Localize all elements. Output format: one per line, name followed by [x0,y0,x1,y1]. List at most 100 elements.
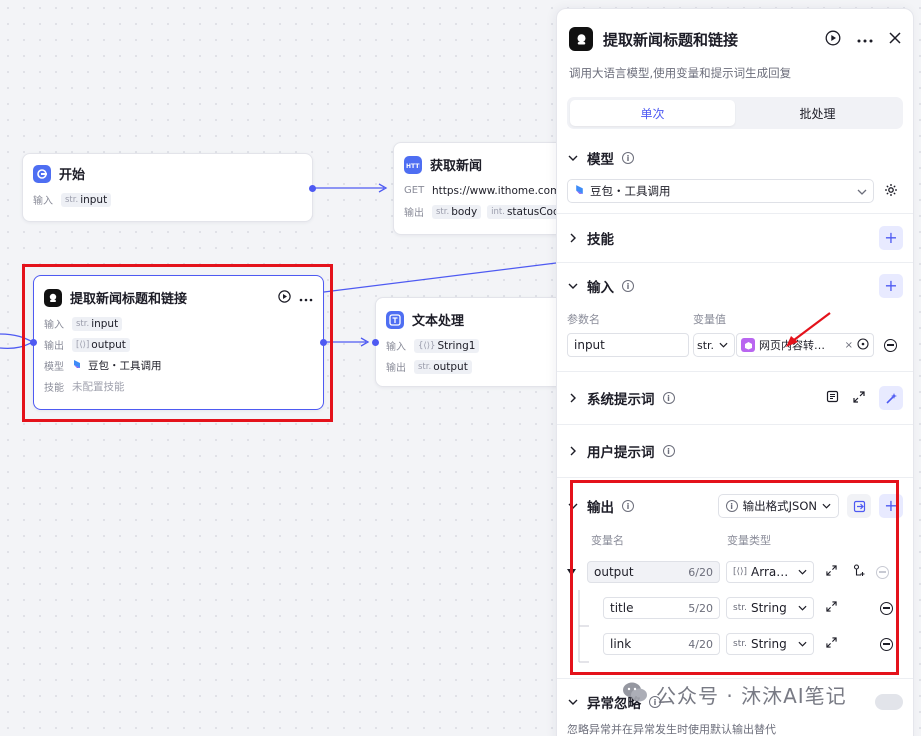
system-prompt-title[interactable]: 系统提示词 [587,388,655,408]
text-process-node[interactable]: 文本处理 输入 {⟨⟩} String1 输出 str. output [372,297,575,387]
tab-batch[interactable]: 批处理 [735,100,900,126]
remove-link-icon[interactable] [880,637,893,651]
expand-icon[interactable] [826,637,837,651]
model-select-value: 豆包・工具调用 [590,184,671,198]
output-name-field[interactable]: output 6/20 [587,561,720,583]
info-icon[interactable]: i [662,445,675,457]
chevron-down-icon [857,184,867,198]
edge-llm-right [323,262,557,293]
expand-icon[interactable] [853,390,865,406]
panel-run-icon[interactable] [825,30,841,49]
info-icon[interactable]: i [622,500,634,512]
chevron-right-icon[interactable] [567,233,579,243]
expand-icon[interactable] [826,601,837,615]
link-type-select[interactable]: str. String [726,633,814,655]
edge-left-in [0,333,35,350]
llm-node[interactable]: 提取新闻标题和链接 输入 str. input 输出 [⟨⟩] output 模型 [30,275,327,410]
add-input-button[interactable]: + [879,274,903,298]
text-input-port[interactable] [372,339,379,346]
llm-output-port[interactable] [320,339,327,346]
wechat-icon [622,681,648,708]
output-format-select[interactable]: i 输出格式JSON [717,494,839,518]
llm-output-tag: [⟨⟩] output [72,337,130,352]
panel-llm-icon [569,27,593,51]
param-type-select[interactable]: str. [693,333,735,357]
panel-more-icon[interactable] [857,32,873,46]
fetch-url: https://www.ithome.com/se [432,184,576,197]
fetch-out-body: str. body [432,204,482,219]
doubao-logo-icon [574,184,585,198]
llm-icon [44,288,62,307]
llm-model-name: 豆包・工具调用 [88,360,162,372]
variable-ref-icon [741,338,755,352]
title-name-field[interactable]: title 5/20 [603,597,720,619]
add-skill-button[interactable]: + [879,226,903,250]
doubao-logo-icon [72,359,82,372]
node-config-panel: 提取新闻标题和链接 调用大语言模型,使用变量和提示词生成回复 单次 批处理 模型… [556,8,914,736]
run-node-icon[interactable] [278,289,291,306]
chevron-right-icon[interactable] [567,446,579,456]
panel-title[interactable]: 提取新闻标题和链接 [603,29,738,50]
info-icon[interactable]: i [662,392,675,404]
add-child-field-icon[interactable] [853,564,866,580]
chevron-right-icon[interactable] [567,393,579,403]
node-more-icon[interactable] [299,291,313,305]
skills-section-title[interactable]: 技能 [587,228,614,248]
text-node-title: 文本处理 [412,314,465,329]
llm-input-port[interactable] [30,339,37,346]
prompt-library-icon[interactable] [826,390,839,406]
llm-model-label: 模型 [44,362,64,373]
chevron-down-icon[interactable] [567,283,579,289]
remove-input-icon[interactable] [884,338,897,352]
panel-description: 调用大语言模型,使用变量和提示词生成回复 [569,66,792,80]
remove-output-icon[interactable] [876,565,889,579]
import-output-button[interactable] [847,494,871,518]
param-name-input[interactable]: input [567,333,689,357]
chevron-down-icon[interactable] [567,503,579,509]
edge-llm-text-arrow [360,337,370,347]
caret-down-icon[interactable] [567,565,581,579]
target-icon[interactable] [857,337,869,353]
skills-section: 技能 + [557,214,913,263]
output-row-link: link 4/20 str. String [567,626,903,662]
run-mode-toggle: 单次 批处理 [567,97,903,129]
system-prompt-section: 系统提示词 i [557,372,913,425]
tab-single[interactable]: 单次 [570,100,735,126]
var-name-header: 变量名 [591,534,624,547]
remove-title-icon[interactable] [880,601,893,615]
model-section-title[interactable]: 模型 [587,148,614,168]
start-icon [33,164,51,183]
add-output-button[interactable]: + [879,494,903,518]
chevron-down-icon[interactable] [567,155,579,161]
clear-ref-icon[interactable]: × [845,340,853,351]
model-settings-gear-icon[interactable] [884,183,898,200]
llm-input-label: 输入 [44,320,64,331]
http-icon: HTTP [404,155,422,174]
fetch-output-label: 输出 [404,208,424,219]
info-icon[interactable]: i [622,280,634,292]
text-output-tag: str. output [414,359,472,374]
var-type-header: 变量类型 [727,534,771,547]
start-node-title: 开始 [59,168,86,183]
output-type-select[interactable]: [⟨⟩] Arra… [726,561,814,583]
chevron-down-icon[interactable] [567,699,579,705]
ai-optimize-button[interactable] [879,386,903,410]
expand-icon[interactable] [826,565,837,579]
output-section-title[interactable]: 输出 [587,496,614,516]
llm-node-title: 提取新闻标题和链接 [70,292,188,307]
output-row-output: output 6/20 [⟨⟩] Arra… [567,554,903,590]
input-section-title[interactable]: 输入 [587,276,614,296]
user-prompt-section: 用户提示词 i [557,425,913,478]
info-icon[interactable]: i [622,152,634,164]
panel-close-icon[interactable] [889,31,901,47]
param-value-header: 变量值 [693,313,726,326]
user-prompt-title[interactable]: 用户提示词 [587,441,655,461]
start-output-port[interactable] [309,185,316,192]
model-select[interactable]: 豆包・工具调用 [567,179,874,203]
title-type-select[interactable]: str. String [726,597,814,619]
fetch-node-title: 获取新闻 [430,159,483,174]
annotation-arrow [786,312,831,347]
exception-toggle[interactable] [875,694,903,710]
link-name-field[interactable]: link 4/20 [603,633,720,655]
start-node[interactable]: 开始 输入 str. input [22,153,316,222]
